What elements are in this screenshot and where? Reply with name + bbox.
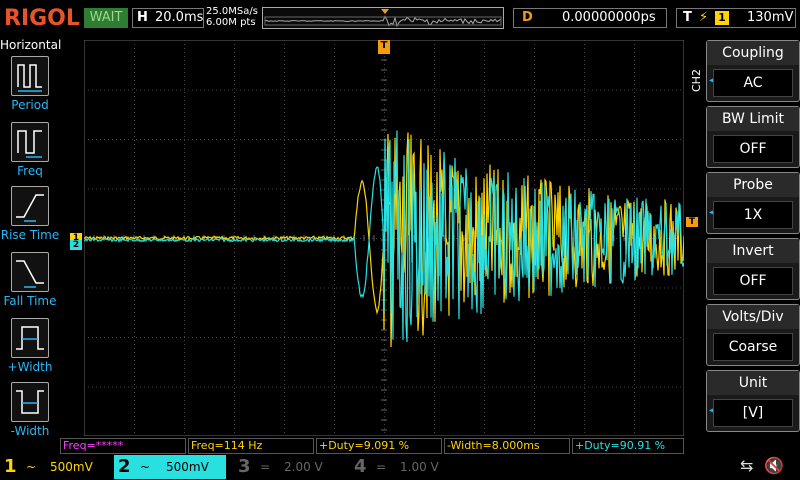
horizontal-measure-menu: Horizontal Period Freq Rise Time Fall Ti… <box>0 36 62 438</box>
coupling-value: AC <box>713 69 793 97</box>
measurement-item[interactable]: Freq=114 Hz <box>188 438 314 454</box>
rising-edge-icon: ⚡ <box>699 10 709 25</box>
ch2-coupling-icon: ~ <box>140 460 151 474</box>
acquisition-info: 25.0MSa/s 6.00M pts <box>206 6 258 28</box>
menu-item-rise-time[interactable]: Rise Time <box>0 186 60 250</box>
probe-softkey[interactable]: Probe ◀ 1X <box>706 172 800 234</box>
invert-value: OFF <box>713 267 793 295</box>
period-label: Period <box>11 98 49 112</box>
channel-settings-menu: Coupling ◀ AC BW Limit OFF Probe ◀ 1X In… <box>686 36 800 436</box>
menu-item-freq[interactable]: Freq <box>0 122 60 186</box>
ch4-coupling-icon: = <box>376 460 387 474</box>
ch3-number: 3 <box>238 456 251 477</box>
ch1-number: 1 <box>4 456 17 477</box>
ch4-status[interactable]: 4 = 1.00 V <box>350 455 462 479</box>
menu-item-neg-width[interactable]: -Width <box>0 382 60 446</box>
rise-time-label: Rise Time <box>0 228 60 242</box>
measurement-bar: Freq=***** Freq=114 Hz +Duty=9.091 % -Wi… <box>60 438 686 454</box>
trigger-source: 1 <box>715 11 729 25</box>
menu-item-fall-time[interactable]: Fall Time <box>0 252 60 316</box>
ch2-scale: 500mV <box>166 460 209 474</box>
pos-width-icon <box>11 318 49 358</box>
rise-time-icon <box>11 186 49 226</box>
menu-item-pos-width[interactable]: +Width <box>0 318 60 382</box>
pos-width-label: +Width <box>7 360 53 374</box>
delay-label: D <box>522 10 533 25</box>
probe-value: 1X <box>713 201 793 229</box>
trigger-display[interactable]: T ⚡ 1 130mV <box>676 8 796 28</box>
ch1-coupling-icon: ~ <box>26 460 37 474</box>
neg-width-icon <box>11 382 49 422</box>
invert-softkey[interactable]: Invert OFF <box>706 238 800 300</box>
memory-overview-strip <box>262 7 504 29</box>
measurement-item[interactable]: +Duty=9.091 % <box>316 438 442 454</box>
coupling-softkey[interactable]: Coupling ◀ AC <box>706 40 800 102</box>
memory-trigger-marker <box>381 9 389 14</box>
ch4-scale: 1.00 V <box>400 460 439 474</box>
invert-label: Invert <box>707 239 799 263</box>
coupling-label: Coupling <box>707 41 799 65</box>
trigger-position-marker[interactable]: T <box>378 40 390 54</box>
ch2-number: 2 <box>118 456 131 477</box>
ch3-scale: 2.00 V <box>284 460 323 474</box>
ch1-scale: 500mV <box>50 460 93 474</box>
menu-item-period[interactable]: Period <box>0 56 60 120</box>
sample-rate: 25.0MSa/s <box>206 6 258 17</box>
usb-icon: ⇆ <box>740 456 754 475</box>
freq-label: Freq <box>17 164 43 178</box>
ch4-number: 4 <box>354 456 367 477</box>
memory-depth: 6.00M pts <box>206 17 256 28</box>
memory-waveform-preview <box>264 9 502 28</box>
freq-icon <box>11 122 49 162</box>
ch2-status[interactable]: 2 ~ 500mV <box>114 455 226 479</box>
neg-width-label: -Width <box>10 424 50 438</box>
brand-logo: RIGOL <box>4 6 80 31</box>
ch1-status[interactable]: 1 ~ 500mV <box>0 455 112 479</box>
waveform-display[interactable] <box>84 40 684 436</box>
bw-limit-softkey[interactable]: BW Limit OFF <box>706 106 800 168</box>
ch3-coupling-icon: = <box>260 460 271 474</box>
bw-limit-label: BW Limit <box>707 107 799 131</box>
volts-div-value: Coarse <box>713 333 793 361</box>
volts-div-label: Volts/Div <box>707 305 799 329</box>
delay-display[interactable]: D 0.00000000ps <box>513 8 667 28</box>
volts-div-softkey[interactable]: Volts/Div Coarse <box>706 304 800 366</box>
waveform-canvas <box>84 40 684 436</box>
fall-time-icon <box>11 252 49 292</box>
speaker-muted-icon[interactable]: 🔇 <box>764 456 784 475</box>
timebase-value: 20.0ms <box>155 10 204 25</box>
delay-value: 0.00000000ps <box>562 10 656 25</box>
fall-time-label: Fall Time <box>3 294 57 308</box>
probe-label: Probe <box>707 173 799 197</box>
status-bar: RIGOL WAIT H 20.0ms 25.0MSa/s 6.00M pts … <box>0 0 800 36</box>
bw-limit-value: OFF <box>713 135 793 163</box>
measurement-item[interactable]: -Width=8.000ms <box>444 438 570 454</box>
unit-softkey[interactable]: Unit ◀ [V] <box>706 370 800 432</box>
channel-status-bar: 1 ~ 500mV 2 ~ 500mV 3 = 2.00 V 4 = 1.00 … <box>0 454 800 480</box>
ch3-status[interactable]: 3 = 2.00 V <box>234 455 346 479</box>
horizontal-timebase[interactable]: H 20.0ms <box>132 8 204 28</box>
run-state-badge[interactable]: WAIT <box>84 8 128 28</box>
trigger-level: 130mV <box>747 10 794 25</box>
unit-value: [V] <box>713 399 793 427</box>
trigger-label: T <box>683 10 692 25</box>
unit-label: Unit <box>707 371 799 395</box>
horizontal-label: H <box>137 10 148 25</box>
measurement-item[interactable]: Freq=***** <box>60 438 186 454</box>
ch2-ground-marker[interactable]: 2 <box>70 240 82 250</box>
period-icon <box>11 56 49 96</box>
measurement-item[interactable]: +Duty=90.91 % <box>572 438 684 454</box>
left-menu-title: Horizontal <box>0 38 62 52</box>
